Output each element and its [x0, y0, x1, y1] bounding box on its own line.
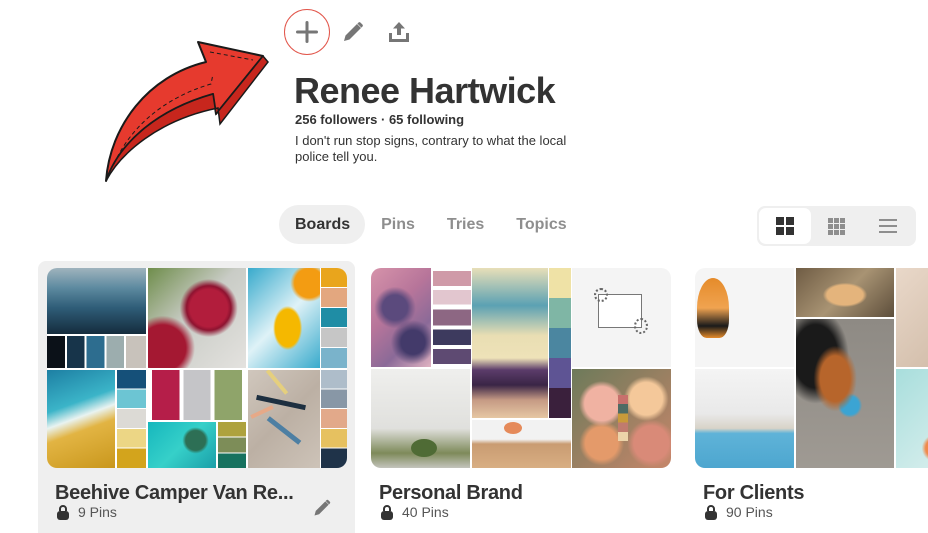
profile-tabs: Boards Pins Tries Topics	[279, 205, 583, 244]
view-large-grid-button[interactable]	[759, 208, 811, 244]
view-list-button[interactable]	[862, 208, 914, 244]
cover-swatches	[148, 370, 246, 420]
cover-swatches	[218, 422, 246, 468]
grid-compact-icon	[828, 217, 845, 235]
board-meta: 90 Pins	[705, 504, 773, 520]
board-pin-count: 90 Pins	[726, 504, 773, 520]
stats-separator: ·	[381, 112, 389, 127]
share-button[interactable]	[376, 9, 422, 55]
edit-board-button[interactable]	[312, 498, 332, 523]
cover-swatches	[433, 268, 471, 367]
cover-image-floral-frame	[572, 268, 671, 367]
cover-image-dog-tug	[796, 319, 894, 468]
cover-image-bouquet	[572, 369, 671, 468]
board-cover-collage	[695, 268, 928, 468]
view-switcher	[757, 206, 916, 246]
pencil-icon	[344, 22, 363, 41]
board-card[interactable]: For Clients 90 Pins	[686, 261, 928, 533]
pencil-icon	[314, 499, 331, 516]
cover-image-popsicle	[248, 268, 320, 368]
view-compact-grid-button[interactable]	[811, 208, 863, 244]
grid-large-icon	[775, 217, 794, 235]
cover-swatches	[47, 336, 146, 368]
cover-image-desert	[472, 268, 548, 418]
cover-image-pug	[896, 268, 928, 367]
tab-pins[interactable]: Pins	[365, 205, 431, 244]
tab-topics[interactable]: Topics	[500, 205, 582, 244]
lock-icon	[381, 504, 393, 520]
cover-swatches	[321, 370, 347, 468]
following-link[interactable]: 65 following	[389, 112, 464, 127]
add-button[interactable]	[284, 9, 330, 55]
cover-image-bathroom	[472, 420, 571, 468]
board-card[interactable]: Personal Brand 40 Pins	[362, 261, 679, 533]
profile-actions	[284, 9, 422, 55]
cover-image-watercolor	[371, 268, 431, 367]
followers-link[interactable]: 256 followers	[295, 112, 377, 127]
cover-image-mountains	[47, 268, 146, 334]
board-meta: 40 Pins	[381, 504, 449, 520]
tab-boards[interactable]: Boards	[279, 205, 366, 244]
cover-image-kitchen	[695, 369, 794, 468]
cover-swatches	[321, 268, 347, 368]
board-title[interactable]: Personal Brand	[379, 482, 523, 505]
board-pin-count: 9 Pins	[78, 504, 117, 520]
cover-image-corgi	[796, 268, 894, 317]
board-meta: 9 Pins	[57, 504, 117, 520]
board-title[interactable]: For Clients	[703, 482, 804, 505]
board-title[interactable]: Beehive Camper Van Re...	[55, 482, 294, 505]
cover-swatches	[117, 370, 146, 468]
board-cover-collage	[371, 268, 671, 468]
red-arrow-annotation	[105, 41, 269, 182]
tab-tries[interactable]: Tries	[431, 205, 500, 244]
list-icon	[879, 219, 898, 233]
cover-image-milk	[896, 369, 928, 468]
board-pin-count: 40 Pins	[402, 504, 449, 520]
board-cover-collage	[47, 268, 347, 468]
cover-image-lagoon	[148, 422, 216, 468]
share-upload-icon	[389, 22, 409, 42]
profile-bio: I don't run stop signs, contrary to what…	[295, 133, 567, 164]
plus-icon	[296, 21, 318, 43]
cover-image-paint-sticks	[248, 370, 320, 468]
board-card[interactable]: Beehive Camper Van Re... 9 Pins	[38, 261, 355, 533]
lock-icon	[57, 504, 69, 520]
lock-icon	[705, 504, 717, 520]
follow-stats: 256 followers · 65 following	[295, 112, 464, 127]
cover-image-dog-illustration	[695, 268, 794, 367]
cover-swatches	[549, 268, 571, 418]
cover-image-beach	[47, 370, 115, 468]
cover-image-flowers	[148, 268, 246, 368]
cover-image-curtains	[371, 369, 470, 468]
edit-profile-button[interactable]	[330, 9, 376, 55]
profile-name: Renee Hartwick	[294, 70, 556, 111]
